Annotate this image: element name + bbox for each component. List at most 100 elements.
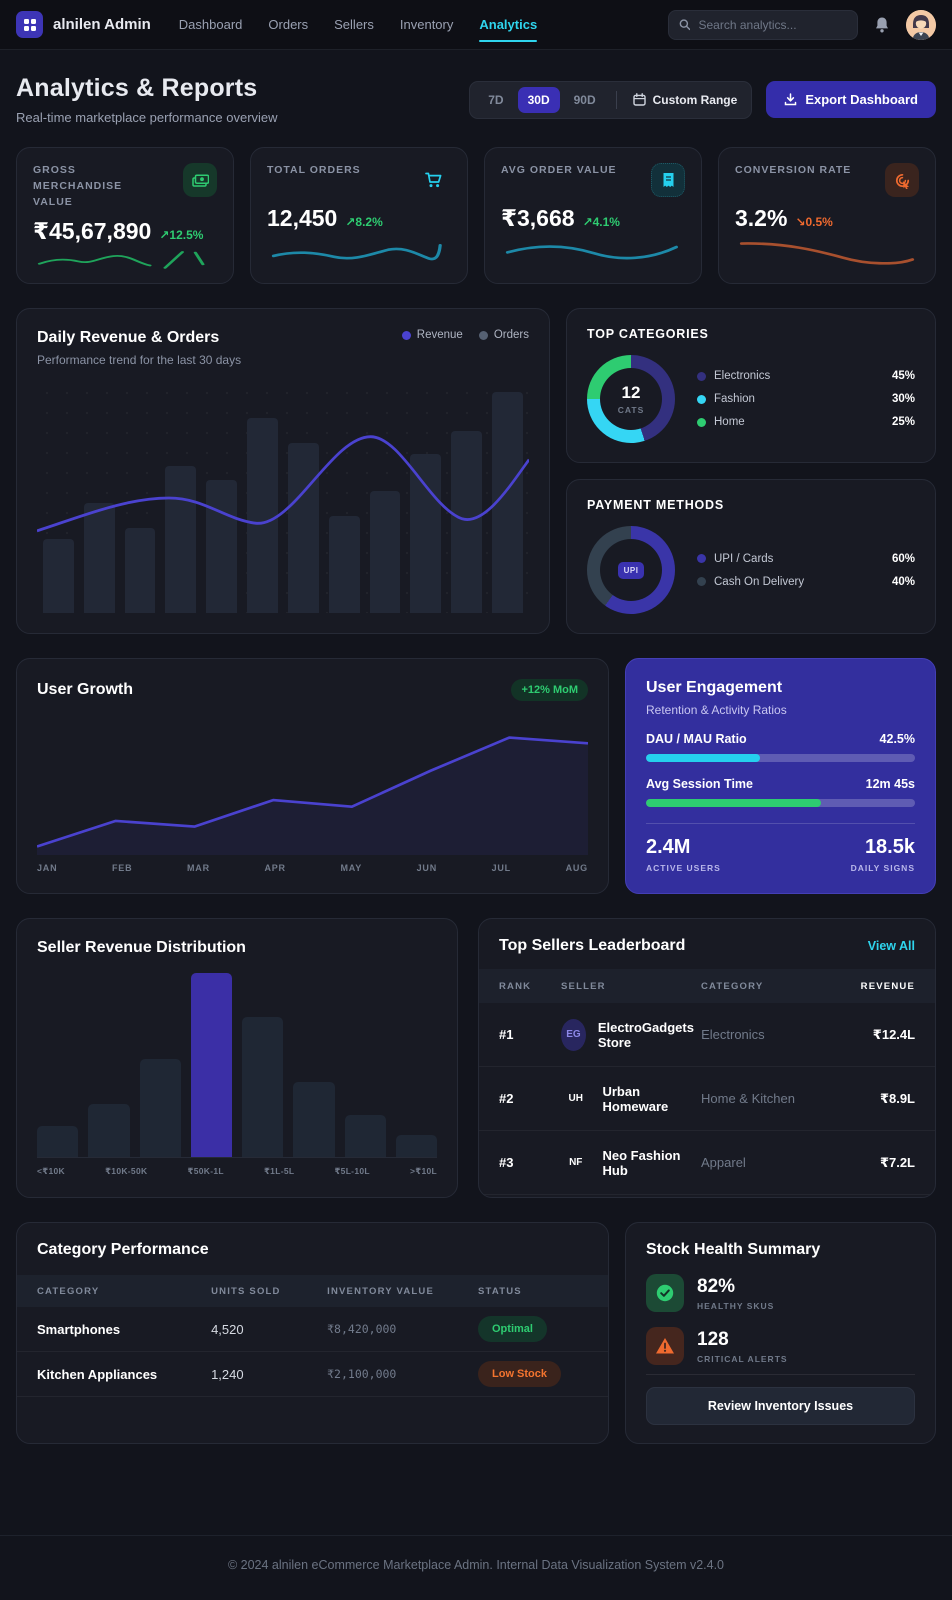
daily-revenue-orders-panel: Daily Revenue & Orders Performance trend… [16,308,550,634]
kpi-card-aov: Avg Order Value ₹3,668 ↗4.1% [484,147,702,284]
user-avatar[interactable] [906,10,936,40]
range-7d-button[interactable]: 7D [478,87,513,113]
bell-icon[interactable] [874,16,890,34]
nav-item-dashboard[interactable]: Dashboard [179,17,243,32]
brand-title: alnilen Admin [53,16,151,33]
legend-orders[interactable]: Orders [479,329,529,341]
user-growth-chart [37,713,588,855]
table-row[interactable]: #2 UH Urban Homeware Home & Kitchen ₹8.9… [479,1067,935,1131]
divider [646,1374,915,1375]
orders-sparkline [267,232,451,271]
review-inventory-button[interactable]: Review Inventory Issues [646,1387,915,1425]
date-range-selector: 7D 30D 90D Custom Range [469,81,752,119]
receipt-icon [662,172,675,188]
table-row[interactable]: Kitchen Appliances 1,240 ₹2,100,000 Low … [17,1352,608,1397]
stock-health-title: Stock Health Summary [646,1241,915,1259]
range-30d-button[interactable]: 30D [518,87,560,113]
distribution-axis: <₹10K ₹10K-50K ₹50K-1L ₹1L-5L ₹5L-10L >₹… [37,1166,437,1177]
top-categories-title: Top Categories [587,327,915,341]
kpi-value: ₹45,67,890 [33,218,151,245]
page-header: Analytics & Reports Real-time marketplac… [16,74,936,125]
table-row[interactable]: #3 NF Neo Fashion Hub Apparel ₹7.2L [479,1131,935,1195]
category-performance-panel: Category Performance Category Units Sold… [16,1222,609,1444]
dist-bar [293,1082,334,1157]
table-row[interactable]: #1 EG ElectroGadgets Store Electronics ₹… [479,1003,935,1067]
custom-range-label: Custom Range [653,93,738,107]
daily-chart-plot [37,383,529,613]
range-90d-button[interactable]: 90D [564,87,606,113]
check-circle-icon [655,1283,675,1303]
main-nav: Dashboard Orders Sellers Inventory Analy… [179,17,537,32]
critical-alerts-stat: 128 CRITICAL ALERTS [646,1327,915,1365]
category-performance-title: Category Performance [37,1241,588,1259]
warning-triangle-icon [655,1337,675,1355]
nav-item-orders[interactable]: Orders [268,17,308,32]
dist-bar-highlighted [191,973,232,1157]
legend-home: Home 25% [697,416,915,428]
trend-up-icon: ↗ [345,215,355,229]
electronics-dot-icon [697,372,706,381]
search-input[interactable] [698,18,847,32]
categories-count-label: CATS [618,405,645,415]
page-subtitle: Real-time marketplace performance overvi… [16,110,278,125]
payments-legend: UPI / Cards 60% Cash On Delivery 40% [697,553,915,588]
nav-item-inventory[interactable]: Inventory [400,17,453,32]
view-all-link[interactable]: View All [868,939,915,953]
seller-avatar: NF [561,1147,590,1179]
daily-signs-stat: 18.5k DAILY SIGNS [851,836,915,873]
dist-bar [242,1017,283,1157]
upi-dot-icon [697,554,706,563]
divider [646,823,915,824]
table-row[interactable]: Smartphones 4,520 ₹8,420,000 Optimal [17,1307,608,1352]
top-categories-panel: Top Categories 12 CATS Electronics [566,308,936,463]
page-title: Analytics & Reports [16,74,278,103]
payment-methods-panel: Payment Methods UPI UPI / Cards 60% [566,479,936,634]
grid-logo-icon [23,18,37,32]
gmv-sparkline [33,245,217,271]
mom-badge: +12% MoM [511,679,588,701]
target-click-icon [894,172,911,189]
seller-avatar: EG [561,1019,586,1051]
orders-trend-line [37,383,529,613]
footer-text: © 2024 alnilen eCommerce Marketplace Adm… [228,1558,724,1572]
status-badge: Optimal [478,1316,547,1342]
payments-donut-chart: UPI [587,526,675,614]
conversion-sparkline [735,232,919,271]
kpi-delta: ↗4.1% [583,215,620,229]
dist-bar [37,1126,78,1157]
custom-range-button[interactable]: Custom Range [627,93,744,107]
search-box[interactable] [668,10,858,40]
dist-bar [396,1135,437,1157]
legend-revenue[interactable]: Revenue [402,329,463,341]
export-dashboard-button[interactable]: Export Dashboard [766,81,936,118]
nav-item-analytics[interactable]: Analytics [479,17,537,32]
kpi-card-gmv: Gross Merchandise Value ₹45,67,890 ↗12.5… [16,147,234,284]
leaderboard-header-row: Rank Seller Category Revenue [479,969,935,1003]
status-badge: Low Stock [478,1361,561,1387]
user-growth-title: User Growth [37,681,133,699]
legend-cod: Cash On Delivery 40% [697,576,915,588]
orders-dot-icon [479,331,488,340]
trend-up-icon: ↗ [583,215,593,229]
healthy-skus-stat: 82% HEALTHY SKUS [646,1274,915,1312]
distribution-chart [37,973,437,1158]
kpi-label: Total Orders [267,163,361,179]
export-dashboard-label: Export Dashboard [805,92,918,107]
divider [616,91,617,109]
legend-upi-cards: UPI / Cards 60% [697,553,915,565]
nav-item-sellers[interactable]: Sellers [334,17,374,32]
search-icon [679,18,690,31]
app-logo[interactable] [16,11,43,38]
kpi-delta: ↘0.5% [795,215,832,229]
session-time-progress [646,799,915,807]
calendar-icon [633,93,646,106]
categories-count: 12 [622,383,641,403]
banknote-icon [192,173,209,188]
payment-methods-title: Payment Methods [587,498,915,512]
page-footer: © 2024 alnilen eCommerce Marketplace Adm… [0,1535,952,1600]
dist-bar [140,1059,181,1157]
kpi-row: Gross Merchandise Value ₹45,67,890 ↗12.5… [16,147,936,284]
session-time-metric: Avg Session Time 12m 45s [646,777,915,807]
stock-health-panel: Stock Health Summary 82% HEALTHY SKUS [625,1222,936,1444]
aov-sparkline [501,232,685,271]
